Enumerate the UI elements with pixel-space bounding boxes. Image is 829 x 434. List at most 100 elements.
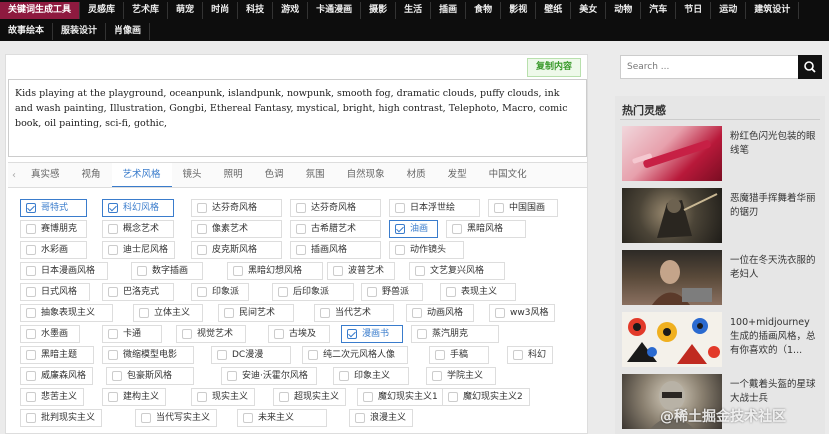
- checkbox[interactable]: [26, 329, 36, 339]
- checkbox[interactable]: [26, 371, 36, 381]
- checkbox[interactable]: [412, 308, 422, 318]
- copy-content-button[interactable]: 复制内容: [526, 58, 581, 77]
- tab[interactable]: 照明: [213, 163, 254, 187]
- style-tag[interactable]: 文艺复兴风格: [409, 262, 505, 280]
- style-tag[interactable]: 现实主义: [191, 388, 256, 406]
- style-tag[interactable]: 黑暗幻想风格: [227, 262, 323, 280]
- checkbox[interactable]: [108, 203, 118, 213]
- tab[interactable]: 材质: [396, 163, 437, 187]
- checkbox[interactable]: [108, 329, 118, 339]
- style-tag[interactable]: 科幻风格: [102, 199, 174, 217]
- checkbox[interactable]: [333, 266, 343, 276]
- checkbox[interactable]: [320, 308, 330, 318]
- style-tag[interactable]: 印象主义: [333, 367, 409, 385]
- style-tag[interactable]: 赛博朋克: [20, 220, 87, 238]
- nav-item[interactable]: 关键词生成工具: [0, 1, 81, 19]
- style-tag[interactable]: 迪士尼风格: [102, 241, 176, 259]
- nav-item[interactable]: 卡通漫画: [308, 1, 362, 19]
- tab[interactable]: 发型: [437, 163, 478, 187]
- style-tag[interactable]: 波普艺术: [327, 262, 395, 280]
- nav-item[interactable]: 故事绘本: [0, 22, 54, 40]
- style-tag[interactable]: 漫画书: [341, 325, 403, 343]
- checkbox[interactable]: [274, 329, 284, 339]
- style-tag[interactable]: 魔幻现实主义2: [442, 388, 530, 406]
- nav-item[interactable]: 汽车: [641, 1, 677, 19]
- checkbox[interactable]: [367, 287, 377, 297]
- checkbox[interactable]: [26, 413, 36, 423]
- checkbox[interactable]: [197, 245, 207, 255]
- checkbox[interactable]: [446, 287, 456, 297]
- tab[interactable]: 色调: [254, 163, 295, 187]
- checkbox[interactable]: [108, 224, 118, 234]
- checkbox[interactable]: [197, 287, 207, 297]
- style-tag[interactable]: 动作镜头: [389, 241, 464, 259]
- checkbox[interactable]: [435, 350, 445, 360]
- checkbox[interactable]: [347, 329, 357, 339]
- style-tag[interactable]: 表现主义: [440, 283, 516, 301]
- sidebar-item[interactable]: 100+midjourney生成的插画风格，总有你喜欢的（1...: [622, 312, 822, 367]
- tab[interactable]: 真实感: [20, 163, 71, 187]
- checkbox[interactable]: [278, 287, 288, 297]
- style-tag[interactable]: 水墨画: [20, 325, 80, 343]
- style-tag[interactable]: 日本浮世绘: [389, 199, 480, 217]
- checkbox[interactable]: [415, 266, 425, 276]
- style-tag[interactable]: 日式风格: [20, 283, 90, 301]
- nav-item[interactable]: 食物: [466, 1, 502, 19]
- style-tag[interactable]: 印象派: [191, 283, 249, 301]
- checkbox[interactable]: [26, 245, 36, 255]
- checkbox[interactable]: [224, 308, 234, 318]
- thumbnail-demon-hunter[interactable]: [622, 188, 722, 243]
- style-tag[interactable]: 建构主义: [102, 388, 167, 406]
- sidebar-item-title[interactable]: 粉红色闪光包装的眼线笔: [730, 130, 818, 158]
- tab[interactable]: 视角: [71, 163, 112, 187]
- checkbox[interactable]: [308, 350, 318, 360]
- checkbox[interactable]: [296, 245, 306, 255]
- checkbox[interactable]: [26, 203, 36, 213]
- checkbox[interactable]: [363, 392, 373, 402]
- style-tag[interactable]: 包豪斯风格: [106, 367, 194, 385]
- checkbox[interactable]: [513, 350, 523, 360]
- checkbox[interactable]: [182, 329, 192, 339]
- sidebar-item-title[interactable]: 恶魔猎手挥舞着华丽的锯刃: [730, 192, 818, 220]
- nav-item[interactable]: 生活: [396, 1, 432, 19]
- style-tag[interactable]: 像素艺术: [191, 220, 282, 238]
- tab[interactable]: 艺术风格: [111, 163, 172, 187]
- style-tag[interactable]: 古埃及: [268, 325, 330, 343]
- sidebar-item-title[interactable]: 100+midjourney生成的插画风格，总有你喜欢的（1...: [730, 316, 818, 358]
- thumbnail-eyeliner[interactable]: [622, 126, 722, 181]
- sidebar-item-title[interactable]: 一位在冬天洗衣服的老妇人: [730, 254, 818, 282]
- style-tag[interactable]: 悲苦主义: [20, 388, 85, 406]
- nav-item[interactable]: 美女: [571, 1, 607, 19]
- style-tag[interactable]: 黑暗主题: [20, 346, 94, 364]
- style-tag[interactable]: 插画风格: [290, 241, 381, 259]
- style-tag[interactable]: 超现实主义: [273, 388, 347, 406]
- nav-item[interactable]: 服装设计: [53, 22, 107, 40]
- style-tag[interactable]: 浪漫主义: [349, 409, 414, 427]
- style-tag[interactable]: 批判现实主义: [20, 409, 103, 427]
- style-tag[interactable]: 达芬奇风格: [191, 199, 282, 217]
- checkbox[interactable]: [243, 413, 253, 423]
- checkbox[interactable]: [26, 266, 36, 276]
- tab[interactable]: 自然现象: [336, 163, 396, 187]
- prompt-textarea[interactable]: Kids playing at the playground, oceanpun…: [8, 79, 587, 157]
- checkbox[interactable]: [432, 371, 442, 381]
- checkbox[interactable]: [417, 329, 427, 339]
- checkbox[interactable]: [197, 203, 207, 213]
- nav-item[interactable]: 运动: [711, 1, 747, 19]
- style-tag[interactable]: 纯二次元风格人像: [302, 346, 408, 364]
- style-tag[interactable]: 动画风格: [406, 304, 474, 322]
- style-tag[interactable]: 巴洛克式: [102, 283, 174, 301]
- checkbox[interactable]: [233, 266, 243, 276]
- checkbox[interactable]: [112, 371, 122, 381]
- style-tag[interactable]: DC漫漫: [211, 346, 291, 364]
- style-tag[interactable]: 安迪·沃霍尔风格: [221, 367, 317, 385]
- nav-item[interactable]: 壁纸: [536, 1, 572, 19]
- checkbox[interactable]: [494, 203, 504, 213]
- checkbox[interactable]: [108, 350, 118, 360]
- tab[interactable]: 镜头: [172, 163, 213, 187]
- checkbox[interactable]: [448, 392, 458, 402]
- style-tag[interactable]: 后印象派: [272, 283, 354, 301]
- checkbox[interactable]: [108, 392, 118, 402]
- checkbox[interactable]: [395, 203, 405, 213]
- style-tag[interactable]: 蒸汽朋克: [411, 325, 499, 343]
